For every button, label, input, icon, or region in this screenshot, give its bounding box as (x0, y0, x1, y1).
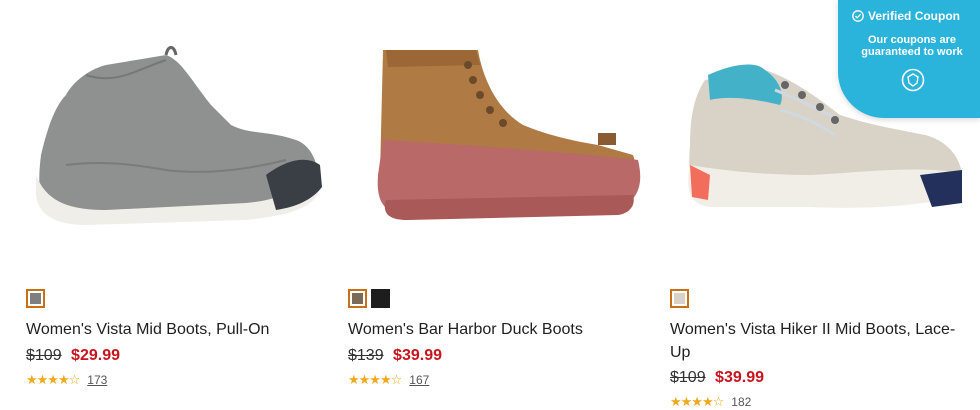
check-circle-icon (852, 10, 864, 22)
price: $109 $39.99 (670, 369, 764, 387)
original-price: $109 (26, 347, 62, 364)
color-swatch[interactable] (371, 289, 390, 308)
review-count-link[interactable]: 173 (87, 373, 107, 387)
product-title[interactable]: Women's Bar Harbor Duck Boots (348, 318, 648, 341)
product-image-duck-boot[interactable] (348, 25, 648, 255)
rating: ★★★★☆ 173 (26, 372, 107, 388)
review-count-link[interactable]: 167 (409, 373, 429, 387)
color-swatch-selected[interactable] (26, 289, 45, 308)
coupon-title: Verified Coupon (868, 9, 961, 23)
rating: ★★★★☆ 167 (348, 372, 429, 388)
star-rating: ★★★★☆ (348, 372, 402, 387)
color-swatch-selected[interactable] (348, 289, 367, 308)
sale-price: $29.99 (71, 347, 120, 364)
price: $139 $39.99 (348, 347, 442, 365)
color-swatches (26, 289, 45, 308)
star-rating: ★★★★☆ (26, 372, 80, 387)
product-title[interactable]: Women's Vista Hiker II Mid Boots, Lace-U… (670, 318, 970, 364)
color-swatch-selected[interactable] (670, 289, 689, 308)
color-swatches (348, 289, 390, 308)
coupon-subtitle: Our coupons are guaranteed to work (861, 34, 963, 58)
coupon-header: Verified Coupon (852, 9, 960, 23)
sale-price: $39.99 (715, 369, 764, 386)
price: $109 $29.99 (26, 347, 120, 365)
gray-boot-image (36, 46, 322, 225)
rating: ★★★★☆ 182 (670, 394, 751, 410)
product-image-gray-boot[interactable] (26, 25, 326, 255)
shield-icon (901, 68, 925, 92)
product-title[interactable]: Women's Vista Mid Boots, Pull-On (26, 318, 326, 341)
product-card[interactable]: Women's Vista Mid Boots, Pull-On $109 $2… (26, 0, 326, 410)
sale-price: $39.99 (393, 347, 442, 364)
color-swatches (670, 289, 689, 308)
original-price: $139 (348, 347, 384, 364)
verified-coupon-badge[interactable]: Verified Coupon Our coupons are guarante… (838, 0, 980, 118)
original-price: $109 (670, 369, 706, 386)
star-rating: ★★★★☆ (670, 394, 724, 409)
review-count: 182 (731, 395, 752, 409)
product-card[interactable]: Women's Bar Harbor Duck Boots $139 $39.9… (348, 0, 648, 410)
duck-boot-image (377, 50, 641, 220)
